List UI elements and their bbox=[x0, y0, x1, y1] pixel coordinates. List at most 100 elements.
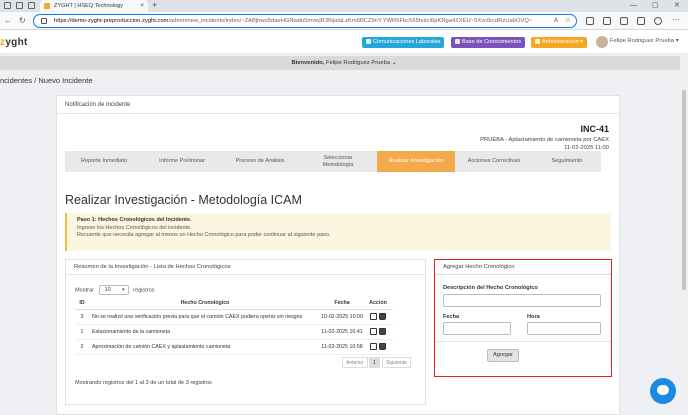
app-header: zyght Comunicaciones Laborales Base de C… bbox=[0, 30, 688, 54]
split-screen-icon[interactable] bbox=[586, 17, 594, 25]
close-tab-icon[interactable]: × bbox=[140, 0, 144, 12]
fecha-input[interactable] bbox=[443, 322, 511, 335]
step-realizar-investigacion[interactable]: Realizar Investigación bbox=[377, 151, 455, 172]
row-hecho: Estacionamiento de la camioneta bbox=[89, 324, 321, 340]
desc-label: Descripción del Hecho Cronológico bbox=[443, 285, 538, 291]
more-menu-icon[interactable]: ··· bbox=[672, 14, 680, 26]
zyght-logo[interactable]: zyght bbox=[0, 37, 28, 48]
extensions-icon[interactable] bbox=[637, 17, 645, 25]
table-row: 3 No se realizó una verificación previa … bbox=[75, 309, 393, 325]
edit-icon[interactable] bbox=[370, 313, 377, 320]
tab-actions-icon[interactable] bbox=[16, 2, 23, 9]
descripcion-input[interactable] bbox=[443, 294, 601, 307]
refresh-icon[interactable]: ↻ bbox=[19, 15, 26, 27]
incident-panel: Notificación de Incidente INC-41 PRUEBA … bbox=[56, 95, 621, 415]
url-field[interactable]: https://demo-zyght-preproduccion.zyght.c… bbox=[33, 14, 577, 28]
chevron-down-icon: ⌄ bbox=[391, 60, 397, 66]
page-scrollbar[interactable] bbox=[680, 54, 688, 410]
chat-button[interactable] bbox=[650, 378, 676, 404]
row-fecha: 11-02-2025 10:41 bbox=[321, 324, 363, 340]
step-informe-preliminar[interactable]: Informe Preliminar bbox=[143, 151, 221, 172]
url-path: /admin/new_incidents/index/~ZABjhwo5daeH… bbox=[168, 18, 533, 24]
summary-title: Resumen de la Investigación - Lista de H… bbox=[66, 260, 425, 275]
col-fecha[interactable]: Fecha bbox=[321, 298, 363, 310]
pagination-prev[interactable]: Anterior bbox=[342, 357, 368, 368]
profile-icon[interactable] bbox=[654, 17, 662, 25]
breadcrumb[interactable]: ncidentes / Nuevo Incidente bbox=[0, 76, 93, 85]
edit-icon[interactable] bbox=[370, 328, 377, 335]
page-length-select[interactable]: 10 ▾ bbox=[98, 285, 129, 295]
col-hecho[interactable]: Hecho Cronológico bbox=[89, 298, 321, 310]
records-info: Mostrando registros del 1 al 3 de un tot… bbox=[75, 380, 212, 386]
add-form-title: Agregar Hecho Cronológico bbox=[435, 260, 611, 275]
step-reporte-inmediato[interactable]: Reporte Inmediato bbox=[65, 151, 143, 172]
step-acciones-correctivas[interactable]: Acciones Correctivas bbox=[455, 151, 533, 172]
step-seleccionar-metodologia[interactable]: Seleccionar Metodología bbox=[299, 151, 377, 172]
table-row: 2 Aproximación de camión CAEX y aplastam… bbox=[75, 339, 393, 355]
hora-label: Hora bbox=[527, 314, 540, 320]
edit-icon[interactable] bbox=[370, 343, 377, 350]
step-seguimiento[interactable]: Seguimiento bbox=[533, 151, 601, 172]
avatar[interactable] bbox=[596, 36, 608, 48]
comunicaciones-laborales-button[interactable]: Comunicaciones Laborales bbox=[362, 37, 445, 48]
trash-icon[interactable] bbox=[379, 343, 386, 350]
new-tab-button[interactable]: + bbox=[152, 0, 157, 11]
read-aloud-icon[interactable]: A bbox=[554, 15, 558, 27]
close-window-icon[interactable]: ✕ bbox=[674, 0, 680, 11]
chat-bubble-icon bbox=[657, 385, 669, 395]
favorite-star-icon[interactable]: ☆ bbox=[565, 15, 571, 27]
pagination-page[interactable]: 1 bbox=[369, 357, 380, 368]
add-hecho-form: Agregar Hecho Cronológico Descripción de… bbox=[434, 259, 612, 377]
lock-icon bbox=[41, 18, 47, 24]
fecha-label: Fecha bbox=[443, 314, 460, 320]
browser-tab[interactable]: ZYGHT | HSEQ Technology × bbox=[40, 0, 148, 12]
trash-icon[interactable] bbox=[379, 313, 386, 320]
step-proceso-analisis[interactable]: Proceso de Análisis bbox=[221, 151, 299, 172]
browser-tab-strip: ZYGHT | HSEQ Technology × + — ▢ ✕ bbox=[0, 0, 688, 12]
agregar-button[interactable]: Agregar bbox=[487, 349, 519, 362]
hechos-table: ID Hecho Cronológico Fecha Acción 3 No s… bbox=[75, 298, 393, 355]
alert-line-1: Ingrese los Hechos Cronológicos del inci… bbox=[77, 224, 192, 231]
scrollbar-thumb[interactable] bbox=[682, 90, 686, 290]
browser-tab-title: ZYGHT | HSEQ Technology bbox=[54, 3, 124, 9]
administracion-button[interactable]: Administración ▾ bbox=[531, 37, 588, 48]
incident-description: PRUEBA - Aplastamiento de camioneta por … bbox=[480, 137, 609, 143]
table-row: 1 Estacionamiento de la camioneta 11-02-… bbox=[75, 324, 393, 340]
row-id: 1 bbox=[75, 324, 89, 340]
favorites-icon[interactable] bbox=[603, 17, 611, 25]
incident-id: INC-41 bbox=[580, 124, 609, 134]
form-divider bbox=[435, 341, 611, 342]
row-id: 2 bbox=[75, 339, 89, 355]
panel-header: Notificación de Incidente bbox=[57, 96, 621, 114]
user-menu[interactable]: Felipe Rodriguez Prueba ▾ bbox=[610, 38, 679, 44]
col-accion: Acción bbox=[363, 298, 393, 310]
pagination-next[interactable]: Siguiente bbox=[382, 357, 411, 368]
base-conocimientos-button[interactable]: Base de Conocimientos bbox=[451, 37, 526, 48]
address-bar-row: ← ↻ https://demo-zyght-preproduccion.zyg… bbox=[0, 12, 688, 30]
chevron-down-icon: ▾ bbox=[122, 287, 125, 293]
col-id[interactable]: ID bbox=[75, 298, 89, 310]
alert-line-2: Recuerde que necesita agregar al menos u… bbox=[77, 232, 331, 238]
page-title: Realizar Investigación - Metodología ICA… bbox=[65, 193, 302, 207]
back-icon[interactable]: ← bbox=[4, 15, 12, 27]
trash-icon[interactable] bbox=[379, 328, 386, 335]
vertical-tabs-icon[interactable] bbox=[28, 2, 35, 9]
gear-icon bbox=[535, 38, 540, 44]
wizard-steps: Reporte Inmediato Informe Preliminar Pro… bbox=[65, 151, 601, 172]
info-alert: Paso 1: Hechos Cronológicos del Incident… bbox=[65, 213, 611, 251]
site-favicon-icon bbox=[44, 3, 50, 9]
workspaces-icon[interactable] bbox=[4, 2, 11, 9]
row-fecha: 11-02-2025 10:58 bbox=[321, 339, 363, 355]
collections-icon[interactable] bbox=[620, 17, 628, 25]
row-fecha: 10-02-2025 10:00 bbox=[321, 309, 363, 325]
welcome-bar[interactable]: Bienvenido, Felipe Rodriguez Prueba ⌄ bbox=[0, 56, 688, 70]
hora-input[interactable] bbox=[527, 322, 601, 335]
url-host: https://demo-zyght-preproduccion.zyght.c… bbox=[54, 18, 169, 24]
row-hecho: No se realizó una verificación previa pa… bbox=[89, 309, 321, 325]
summary-card: Resumen de la Investigación - Lista de H… bbox=[65, 259, 426, 405]
maximize-icon[interactable]: ▢ bbox=[652, 0, 659, 11]
book-icon bbox=[455, 38, 460, 44]
megaphone-icon bbox=[366, 38, 371, 44]
minimize-icon[interactable]: — bbox=[630, 0, 637, 11]
page-length-control: Mostrar 10 ▾ registros bbox=[75, 285, 155, 295]
